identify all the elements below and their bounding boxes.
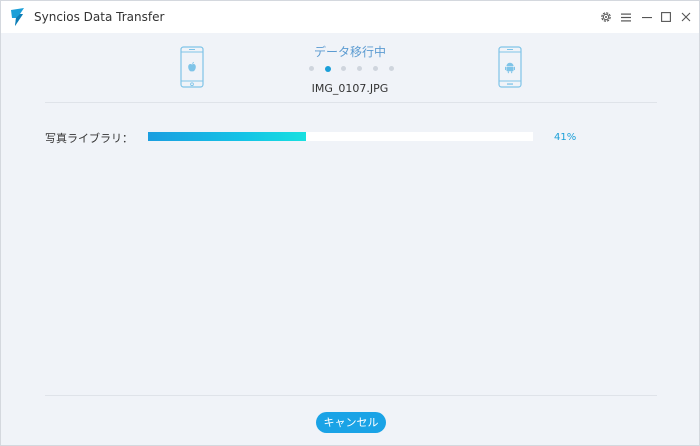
- footer-divider: [45, 395, 657, 396]
- close-icon: [681, 12, 691, 22]
- step-dot: [373, 66, 378, 71]
- step-indicator: [306, 65, 396, 74]
- minimize-icon: [642, 17, 652, 19]
- maximize-button[interactable]: [658, 9, 674, 25]
- cancel-button[interactable]: キャンセル: [316, 412, 386, 433]
- gear-icon: [601, 12, 611, 22]
- app-title: Syncios Data Transfer: [34, 10, 165, 24]
- app-window: Syncios Data Transfer データ移行中 IMG_0107.JP…: [0, 0, 700, 446]
- settings-button[interactable]: [598, 9, 614, 25]
- transfer-status: データ移行中: [313, 45, 386, 59]
- close-button[interactable]: [678, 9, 694, 25]
- syncios-logo-icon: [11, 8, 24, 26]
- step-dot: [309, 66, 314, 71]
- photo-library-label: 写真ライブラリ：: [45, 132, 133, 145]
- transfer-header: データ移行中 IMG_0107.JPG: [1, 33, 699, 103]
- progress-bar-fill: [148, 132, 306, 141]
- header-divider: [45, 102, 657, 103]
- menu-icon: [621, 13, 631, 21]
- step-dot-active: [325, 65, 331, 72]
- minimize-button[interactable]: [639, 9, 655, 25]
- step-dot: [341, 66, 346, 71]
- step-dot: [389, 66, 394, 71]
- current-file-name: IMG_0107.JPG: [311, 82, 389, 95]
- android-phone-icon: [498, 46, 522, 88]
- progress-percent: 41%: [554, 132, 577, 143]
- step-dot: [357, 66, 362, 71]
- menu-button[interactable]: [618, 9, 634, 25]
- title-bar: Syncios Data Transfer: [1, 1, 699, 33]
- maximize-icon: [661, 12, 671, 22]
- progress-bar: [148, 132, 533, 141]
